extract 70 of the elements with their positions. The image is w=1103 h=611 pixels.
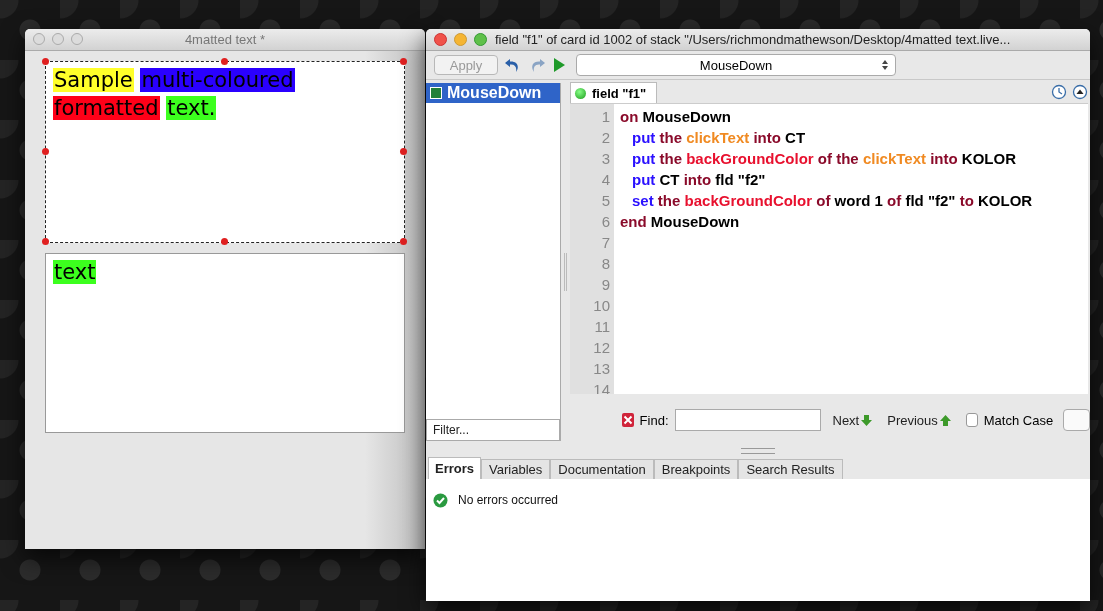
- line-number: 1: [600, 107, 611, 127]
- panel-tab[interactable]: Search Results: [738, 459, 843, 479]
- match-case-checkbox[interactable]: [965, 413, 978, 427]
- line-number: 5: [600, 191, 611, 211]
- clock-icon[interactable]: [1051, 84, 1067, 100]
- highlighted-word[interactable]: formatted: [53, 96, 160, 120]
- find-label: Find:: [639, 412, 669, 428]
- resize-handle[interactable]: [400, 58, 407, 65]
- text-field[interactable]: text: [45, 253, 405, 433]
- filter-field[interactable]: Filter...: [426, 419, 560, 441]
- code-editor[interactable]: [570, 103, 1088, 394]
- down-arrow-icon: [860, 413, 874, 427]
- line-number: 9: [600, 275, 611, 295]
- status-dot-icon: [575, 87, 586, 99]
- collapse-icon[interactable]: [1072, 84, 1088, 100]
- handler-dropdown[interactable]: MouseDown: [576, 54, 896, 76]
- line-number: 10: [592, 296, 611, 316]
- code-line: end MouseDown: [620, 213, 740, 230]
- line-number: 11: [593, 317, 611, 337]
- resize-handle[interactable]: [42, 148, 49, 155]
- window-title: 4matted text *: [184, 32, 266, 47]
- handler-icon: [430, 87, 442, 99]
- line-number: 4: [600, 170, 611, 190]
- code-line: put the clickText into CT: [632, 129, 806, 146]
- line-number: 12: [592, 338, 611, 358]
- button[interactable]: [1063, 409, 1090, 431]
- close-button[interactable]: [33, 33, 45, 45]
- window-title: field "f1" of card id 1002 of stack "/Users/richmondmathewson/Desktop/4matted text.live...: [495, 32, 1011, 47]
- highlighted-word: text: [53, 260, 97, 284]
- close-button[interactable]: [434, 33, 447, 46]
- script-tab[interactable]: field "f1": [570, 82, 658, 103]
- text-field[interactable]: Sample multi-coloured formatted text.: [45, 61, 405, 243]
- panel-tab[interactable]: Documentation: [550, 459, 654, 479]
- status-message: No errors occurred: [458, 493, 559, 507]
- panel-tab[interactable]: Variables: [481, 459, 551, 479]
- line-number: 8: [600, 254, 611, 274]
- match-case-label: Match Case: [983, 412, 1054, 428]
- zoom-button[interactable]: [474, 33, 487, 46]
- resize-handle[interactable]: [400, 148, 407, 155]
- panel-tab[interactable]: Breakpoints: [653, 459, 739, 479]
- highlighted-word[interactable]: Sample: [53, 68, 134, 92]
- check-circle-icon: [433, 493, 448, 508]
- run-icon[interactable]: [552, 56, 566, 74]
- resize-handle[interactable]: [400, 238, 407, 245]
- line-number: 3: [600, 149, 611, 169]
- up-arrow-icon: [938, 413, 952, 427]
- line-number: 13: [592, 359, 611, 379]
- handler-item[interactable]: MouseDown: [426, 83, 560, 103]
- minimize-button[interactable]: [454, 33, 467, 46]
- close-icon[interactable]: [622, 413, 634, 427]
- code-line: on MouseDown: [620, 108, 731, 125]
- panel-tab[interactable]: Errors: [428, 457, 482, 479]
- code-line: put CT into fld "f2": [632, 171, 766, 188]
- code-line: set the backGroundColor of word 1 of fld "f2" to KOLOR: [632, 192, 1033, 209]
- resize-grip[interactable]: [741, 448, 775, 454]
- previous-button[interactable]: Previous: [887, 412, 952, 428]
- line-number: 6: [600, 212, 611, 232]
- minimize-button[interactable]: [52, 33, 64, 45]
- line-number: 2: [600, 128, 611, 148]
- resize-handle[interactable]: [42, 238, 49, 245]
- line-number: 7: [600, 233, 611, 253]
- highlighted-word[interactable]: text.: [166, 96, 217, 120]
- resize-handle[interactable]: [221, 238, 228, 245]
- resize-handle[interactable]: [221, 58, 228, 65]
- updown-icon: [881, 59, 889, 71]
- code-line: put the backGroundColor of the clickText into KOLOR: [632, 150, 1016, 167]
- zoom-button[interactable]: [71, 33, 83, 45]
- find-field[interactable]: [674, 409, 821, 431]
- resize-handle[interactable]: [42, 58, 49, 65]
- next-button[interactable]: Next: [832, 412, 874, 428]
